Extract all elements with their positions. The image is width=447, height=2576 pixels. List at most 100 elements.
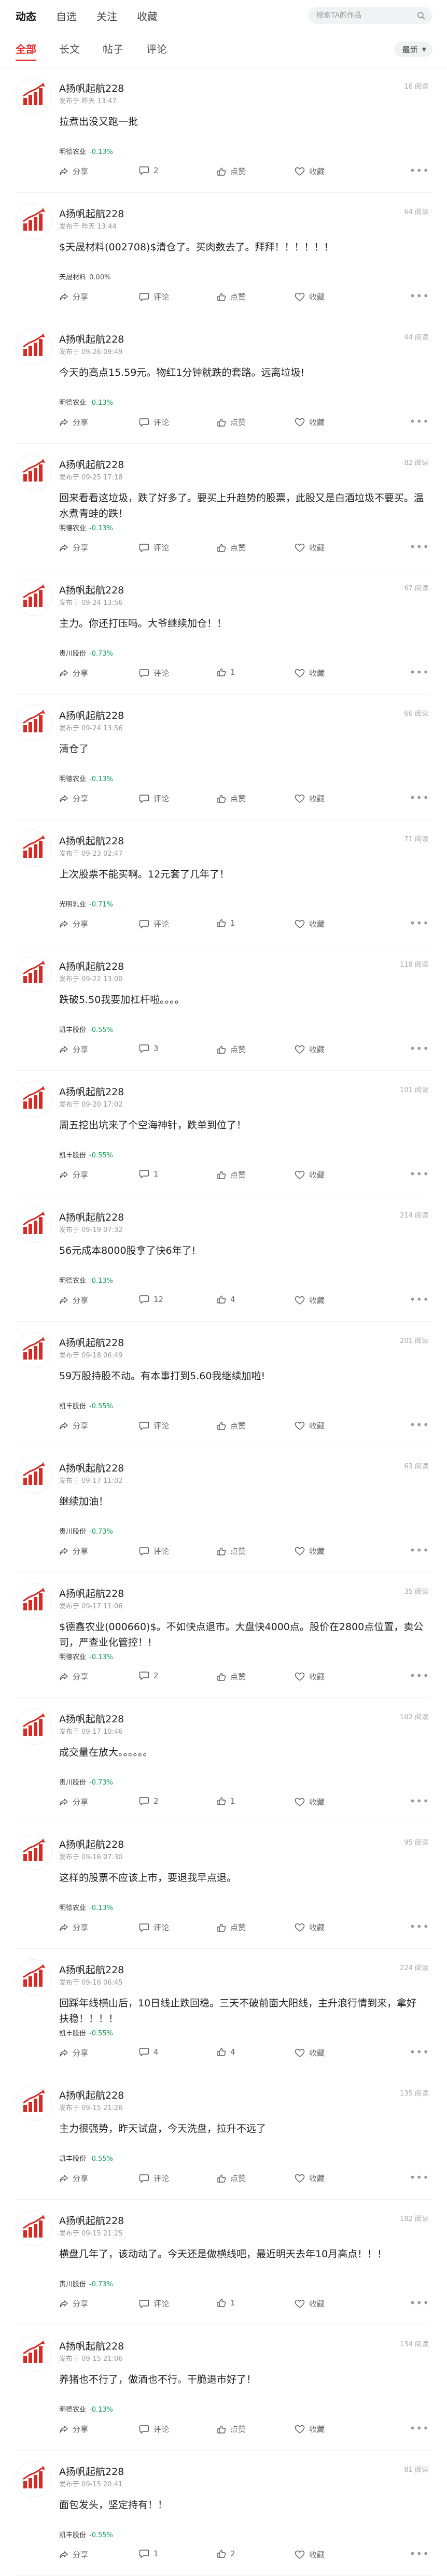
stock-tag[interactable]: 天晟材料 0.00%: [59, 272, 110, 281]
stock-tag[interactable]: 凯丰股份 -0.55%: [59, 2529, 113, 2539]
comment-button[interactable]: 评论: [139, 668, 169, 678]
avatar[interactable]: [16, 329, 52, 365]
comment-button[interactable]: 评论: [139, 793, 169, 804]
stock-tag[interactable]: 明德农业 -0.13%: [59, 522, 113, 532]
more-icon[interactable]: •••: [410, 918, 429, 928]
stock-tag[interactable]: 凯丰股份 -0.55%: [59, 2153, 113, 2163]
share-button[interactable]: 分享: [59, 1796, 88, 1807]
user-name[interactable]: A扬帆起航228: [59, 206, 124, 220]
more-icon[interactable]: •••: [410, 1294, 429, 1305]
user-name[interactable]: A扬帆起航228: [59, 1461, 124, 1475]
favorite-button[interactable]: 收藏: [295, 1295, 325, 1306]
share-button[interactable]: 分享: [59, 166, 88, 177]
like-button[interactable]: 4: [217, 1295, 235, 1304]
share-button[interactable]: 分享: [59, 1546, 88, 1556]
favorite-button[interactable]: 收藏: [295, 1169, 325, 1180]
tab-following[interactable]: 关注: [96, 8, 117, 23]
avatar[interactable]: [16, 454, 52, 490]
post-content[interactable]: 养猪也不行了，做酒也不行。干脆退市好了！: [59, 2372, 426, 2387]
comment-button[interactable]: 1: [139, 1169, 159, 1179]
share-button[interactable]: 分享: [59, 1295, 88, 1306]
favorite-button[interactable]: 收藏: [295, 166, 325, 177]
stock-tag[interactable]: 凯丰股份 -0.55%: [59, 1024, 113, 1034]
favorite-button[interactable]: 收藏: [295, 291, 325, 302]
avatar[interactable]: [16, 1457, 52, 1494]
like-button[interactable]: 2: [217, 2549, 235, 2558]
post-content[interactable]: 继续加油！: [59, 1494, 426, 1509]
post-content[interactable]: 跌破5.50我要加杠杆啦。。。。: [59, 992, 426, 1008]
comment-button[interactable]: 评论: [139, 291, 169, 302]
avatar[interactable]: [16, 1332, 52, 1368]
favorite-button[interactable]: 收藏: [295, 1546, 325, 1556]
avatar[interactable]: [16, 1583, 52, 1619]
more-icon[interactable]: •••: [410, 1420, 429, 1430]
share-button[interactable]: 分享: [59, 918, 88, 929]
user-name[interactable]: A扬帆起航228: [59, 2213, 124, 2227]
subtab-comments[interactable]: 评论: [146, 31, 167, 67]
post-content[interactable]: 回踩年线横山后，10日线止跌回稳。三天不破前面大阳线，主升浪行情到来，拿好扶稳！…: [59, 1995, 426, 2027]
avatar[interactable]: [16, 1959, 52, 1995]
avatar[interactable]: [16, 203, 52, 239]
avatar[interactable]: [16, 2461, 52, 2497]
more-icon[interactable]: •••: [410, 2047, 429, 2057]
avatar[interactable]: [16, 2210, 52, 2246]
favorite-button[interactable]: 收藏: [295, 2549, 325, 2560]
share-button[interactable]: 分享: [59, 542, 88, 553]
stock-tag[interactable]: 明德农业 -0.13%: [59, 773, 113, 783]
favorite-button[interactable]: 收藏: [295, 1420, 325, 1431]
favorite-button[interactable]: 收藏: [295, 668, 325, 678]
favorite-button[interactable]: 收藏: [295, 918, 325, 929]
like-button[interactable]: 1: [217, 668, 235, 677]
stock-tag[interactable]: 明德农业 -0.13%: [59, 1651, 113, 1661]
user-name[interactable]: A扬帆起航228: [59, 457, 124, 471]
share-button[interactable]: 分享: [59, 1922, 88, 1933]
like-button[interactable]: 点赞: [217, 793, 246, 804]
comment-button[interactable]: 3: [139, 1044, 159, 1053]
favorite-button[interactable]: 收藏: [295, 2424, 325, 2435]
post-content[interactable]: 成交量在放大。。。。。。: [59, 1745, 426, 1760]
comment-button[interactable]: 评论: [139, 417, 169, 428]
post-content[interactable]: 这样的股票不应该上市，要退我早点退。: [59, 1870, 426, 1886]
comment-button[interactable]: 1: [139, 2549, 159, 2558]
comment-button[interactable]: 12: [139, 1295, 163, 1304]
more-icon[interactable]: •••: [410, 2172, 429, 2183]
like-button[interactable]: 点赞: [217, 291, 246, 302]
favorite-button[interactable]: 收藏: [295, 1044, 325, 1055]
more-icon[interactable]: •••: [410, 1545, 429, 1555]
like-button[interactable]: 点赞: [217, 1671, 246, 1682]
comment-button[interactable]: 评论: [139, 1546, 169, 1556]
stock-tag[interactable]: 贵川股份 -0.73%: [59, 1777, 113, 1787]
more-icon[interactable]: •••: [410, 416, 429, 427]
stock-tag[interactable]: 贵川股份 -0.73%: [59, 2278, 113, 2288]
subtab-all[interactable]: 全部: [16, 31, 36, 67]
avatar[interactable]: [16, 705, 52, 741]
favorite-button[interactable]: 收藏: [295, 542, 325, 553]
subtab-posts[interactable]: 帖子: [103, 31, 123, 67]
share-button[interactable]: 分享: [59, 2549, 88, 2560]
post-content[interactable]: 56元成本8000股拿了快6年了!: [59, 1243, 426, 1258]
favorite-button[interactable]: 收藏: [295, 2173, 325, 2184]
user-name[interactable]: A扬帆起航228: [59, 2464, 124, 2478]
stock-tag[interactable]: 贵川股份 -0.73%: [59, 1526, 113, 1536]
user-name[interactable]: A扬帆起航228: [59, 1711, 124, 1725]
user-name[interactable]: A扬帆起航228: [59, 583, 124, 597]
user-name[interactable]: A扬帆起航228: [59, 959, 124, 973]
like-button[interactable]: 点赞: [217, 1922, 246, 1933]
more-icon[interactable]: •••: [410, 792, 429, 803]
like-button[interactable]: 点赞: [217, 1169, 246, 1180]
comment-button[interactable]: 2: [139, 1671, 159, 1680]
share-button[interactable]: 分享: [59, 2424, 88, 2435]
post-content[interactable]: 今天的高点15.59元。物红1分钟就跌的套路。远离垃圾!: [59, 365, 426, 380]
stock-tag[interactable]: 凯丰股份 -0.55%: [59, 2028, 113, 2037]
post-content[interactable]: $天晟材料(002708)$清仓了。买肉数去了。拜拜！！！！！！: [59, 239, 426, 255]
more-icon[interactable]: •••: [410, 667, 429, 677]
post-content[interactable]: 拉煮出没又跑一批: [59, 114, 426, 130]
search-icon[interactable]: [416, 10, 426, 21]
like-button[interactable]: 点赞: [217, 2424, 246, 2435]
more-icon[interactable]: •••: [410, 1671, 429, 1681]
share-button[interactable]: 分享: [59, 1671, 88, 1682]
sort-dropdown[interactable]: 最新 ▼: [394, 41, 432, 57]
share-button[interactable]: 分享: [59, 1044, 88, 1055]
favorite-button[interactable]: 收藏: [295, 417, 325, 428]
share-button[interactable]: 分享: [59, 291, 88, 302]
